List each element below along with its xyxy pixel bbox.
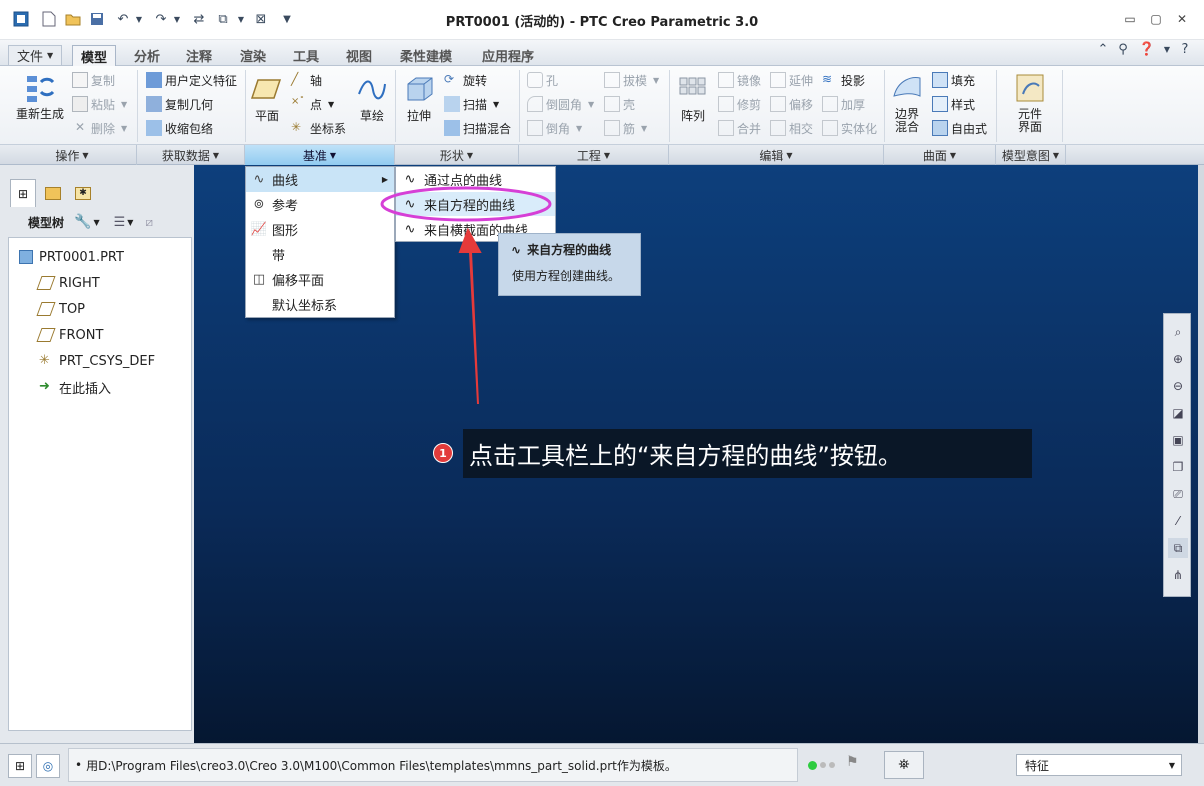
- view-manager-icon[interactable]: ⎚: [1168, 484, 1188, 504]
- annotation-display-icon[interactable]: ⧉: [1168, 538, 1188, 558]
- zoom-out-icon[interactable]: ⊖: [1168, 376, 1188, 396]
- display-style-icon[interactable]: ▣: [1168, 430, 1188, 450]
- chevron-down-icon: ▼: [1168, 760, 1175, 770]
- gray-light-icon: [829, 762, 835, 768]
- step-number-badge: 1: [433, 443, 453, 463]
- refit-icon[interactable]: ⌕: [1168, 322, 1188, 342]
- graphics-view-toolbar: ⌕ ⊕ ⊖ ◪ ▣ ❐ ⎚ ⁄ ⧉ ⋔: [1163, 313, 1191, 597]
- datum-display-icon[interactable]: ⁄: [1168, 511, 1188, 531]
- flag-icon[interactable]: ⚑: [846, 754, 859, 770]
- status-message: 用D:\Program Files\creo3.0\Creo 3.0\M100\…: [86, 758, 677, 773]
- saved-orientations-icon[interactable]: ❐: [1168, 457, 1188, 477]
- gray-light-icon: [820, 762, 826, 768]
- green-light-icon: [808, 760, 817, 770]
- pointer-arrow: [458, 227, 482, 405]
- repaint-icon[interactable]: ◪: [1168, 403, 1188, 423]
- selection-filter-value: 特征: [1025, 758, 1050, 773]
- message-area: • 用D:\Program Files\creo3.0\Creo 3.0\M100…: [68, 748, 798, 782]
- show-browser-icon[interactable]: ◎: [36, 754, 60, 778]
- annotation-overlay: [380, 186, 552, 405]
- zoom-in-icon[interactable]: ⊕: [1168, 349, 1188, 369]
- status-bar: ⊞ ◎ • 用D:\Program Files\creo3.0\Creo 3.0\…: [0, 743, 1204, 786]
- highlight-ellipse: [380, 186, 552, 222]
- instruction-callout: 点击工具栏上的“来自方程的曲线”按钮。: [463, 429, 1032, 478]
- spin-center-icon[interactable]: ⋔: [1168, 565, 1188, 585]
- bullet-icon: •: [75, 758, 83, 772]
- selection-filter-select[interactable]: 特征 ▼: [1016, 754, 1182, 776]
- show-navigator-icon[interactable]: ⊞: [8, 754, 32, 778]
- find-binoculars-icon[interactable]: ⛯: [884, 751, 924, 779]
- regen-status-lights: [808, 756, 838, 774]
